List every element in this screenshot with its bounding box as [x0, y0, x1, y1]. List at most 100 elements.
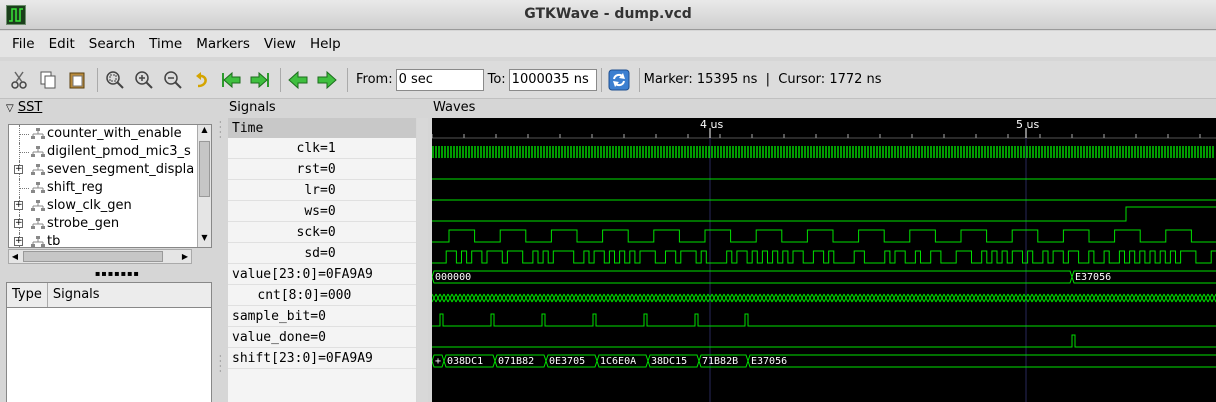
toolbar-separator [97, 67, 98, 92]
reload-button[interactable] [606, 67, 632, 93]
signals-column-header[interactable]: Signals [48, 283, 211, 307]
toolbar-separator [347, 67, 348, 92]
sst-tree-label: shift_reg [47, 180, 103, 195]
menu-file[interactable]: File [5, 36, 42, 52]
signals-splitter[interactable] [417, 118, 428, 402]
toolbar: From: To: Marker: 15395 ns | Cursor: 177… [0, 61, 1216, 99]
signal-name: lr [304, 183, 320, 198]
sst-tree-item[interactable]: counter_with_enable [9, 125, 211, 143]
signal-value: =0 [320, 225, 336, 240]
signal-row[interactable]: cnt[8:0]=000 [228, 285, 416, 306]
to-time-input[interactable] [508, 68, 597, 91]
signal-row[interactable]: sd=0 [228, 243, 416, 264]
signal-name: cnt[8:0] [257, 288, 320, 303]
signal-row[interactable]: value_done=0 [228, 327, 416, 348]
menu-time[interactable]: Time [142, 36, 189, 52]
sst-title: SST [17, 100, 43, 115]
menu-edit[interactable]: Edit [42, 36, 82, 52]
sck-wave [432, 229, 1216, 243]
zoom-in-button[interactable] [131, 67, 157, 93]
shift-bus-label: + [435, 356, 441, 367]
sst-hscroll-thumb[interactable] [23, 251, 163, 262]
menu-search[interactable]: Search [82, 36, 142, 52]
menu-help[interactable]: Help [303, 36, 348, 52]
signal-row[interactable]: sample_bit=0 [228, 306, 416, 327]
expand-plus-icon[interactable]: + [14, 237, 23, 246]
cut-icon [11, 71, 27, 89]
signal-row[interactable]: sck=0 [228, 222, 416, 243]
shift-right-button[interactable] [314, 67, 340, 93]
sst-tree-label: tb [47, 234, 61, 248]
signal-row[interactable]: value[23:0]=0FA9A9 [228, 264, 416, 285]
signal-name: shift[23:0] [232, 351, 319, 366]
menu-view[interactable]: View [257, 36, 303, 52]
sst-tree-item[interactable]: + seven_segment_displa [9, 161, 211, 179]
from-label: From: [356, 72, 393, 87]
shift-left-button[interactable] [285, 67, 311, 93]
module-icon [31, 236, 45, 247]
sst-tree-item[interactable]: + tb [9, 233, 211, 248]
signal-row[interactable]: rst=0 [228, 159, 416, 180]
expand-plus-icon[interactable]: + [14, 219, 23, 228]
signal-name: clk [296, 141, 320, 156]
shift-bus-label: 071B82 [498, 356, 534, 367]
undo-zoom-button[interactable] [189, 67, 215, 93]
paste-button[interactable] [64, 67, 90, 93]
scroll-down-icon[interactable]: ▼ [198, 233, 211, 247]
signal-list-body[interactable] [6, 308, 212, 402]
shift-bus-label: 038DC1 [447, 356, 483, 367]
time-label: 5 us [1016, 118, 1039, 131]
sst-vertical-scrollbar[interactable]: ▲ ▼ [197, 125, 211, 247]
scroll-up-icon[interactable]: ▲ [198, 125, 211, 139]
type-column-header[interactable]: Type [7, 283, 48, 307]
waveform-display[interactable]: 4 us 5 us 000000 E37056 + 038DC1 071B82 0E3705 1… [432, 118, 1216, 402]
zoom-fit-button[interactable] [102, 67, 128, 93]
pane-resize-grip[interactable]: ▪▪▪▪▪▪▪ [95, 269, 139, 278]
vertical-grip-sst[interactable]: · · · · [219, 119, 223, 142]
sst-scroll-thumb[interactable] [199, 141, 210, 197]
value-done-wave [432, 334, 1216, 348]
waves-pane[interactable]: 4 us 5 us 000000 E37056 +038DC1 071B82 0E3705 1… [432, 118, 1216, 402]
vertical-grip-sst-lower[interactable]: · · · · [219, 353, 223, 376]
expand-plus-icon[interactable]: + [14, 165, 23, 174]
sst-tree[interactable]: counter_with_enable digilent_pmod_mic3_s +… [8, 124, 212, 248]
shift-bus-label: 1C6E0A [600, 356, 636, 367]
signals-title: Signals [229, 100, 276, 115]
sst-tree-item[interactable]: + strobe_gen [9, 215, 211, 233]
shift-bus-label: E37056 [751, 356, 787, 367]
sst-tree-item[interactable]: shift_reg [9, 179, 211, 197]
scroll-right-icon[interactable]: ▶ [179, 250, 191, 263]
module-icon [31, 182, 45, 193]
collapse-triangle-icon[interactable]: ▽ [6, 103, 14, 114]
from-time-input[interactable] [395, 68, 484, 91]
signal-row[interactable]: clk=1 [228, 138, 416, 159]
go-to-end-button[interactable] [247, 67, 273, 93]
copy-button[interactable] [35, 67, 61, 93]
menu-bar: File Edit Search Time Markers View Help [0, 31, 1216, 57]
go-last-icon [250, 71, 269, 88]
tree-line [19, 152, 29, 153]
signals-pane[interactable]: Time clk=1 rst=0 lr=0 ws=0 sck=0 sd=0 value[23… [228, 118, 416, 402]
sst-tree-label: counter_with_enable [47, 126, 182, 141]
signal-row[interactable]: ws=0 [228, 201, 416, 222]
signal-row[interactable]: shift[23:0]=0FA9A9 [228, 348, 416, 369]
signal-row[interactable]: lr=0 [228, 180, 416, 201]
go-to-start-button[interactable] [218, 67, 244, 93]
time-label: 4 us [700, 118, 723, 131]
expand-plus-icon[interactable]: + [14, 201, 23, 210]
signal-value: =0 [320, 162, 336, 177]
sst-horizontal-scrollbar[interactable]: ◀ ▶ [8, 249, 192, 264]
signal-name: sd [304, 246, 320, 261]
marker-cursor-readout: Marker: 15395 ns | Cursor: 1772 ns [643, 72, 882, 87]
sd-wave [432, 250, 1216, 264]
go-first-icon [222, 71, 241, 88]
signal-name: ws [304, 204, 320, 219]
zoom-out-button[interactable] [160, 67, 186, 93]
sst-tree-item[interactable]: + slow_clk_gen [9, 197, 211, 215]
cut-button[interactable] [6, 67, 32, 93]
menu-markers[interactable]: Markers [189, 36, 257, 52]
sst-header[interactable]: ▽ SST [0, 100, 218, 118]
sst-tree-item[interactable]: digilent_pmod_mic3_s [9, 143, 211, 161]
scroll-left-icon[interactable]: ◀ [9, 250, 21, 263]
zoom-fit-icon [106, 70, 124, 89]
